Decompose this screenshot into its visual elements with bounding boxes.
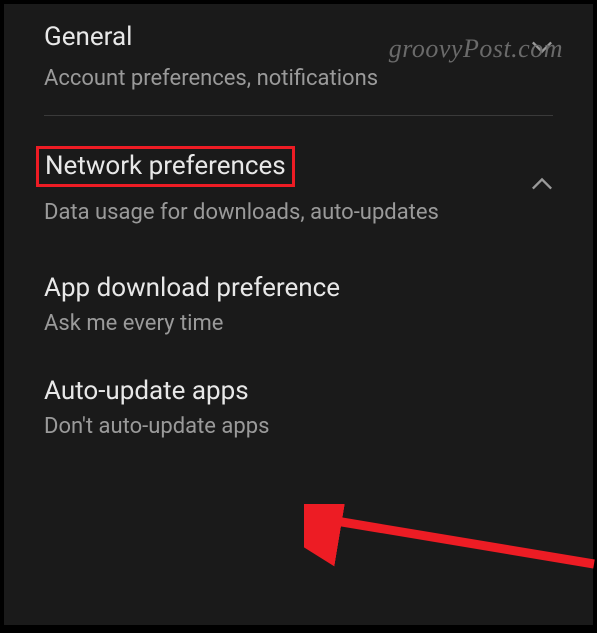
network-title: Network preferences [45, 151, 286, 182]
download-title: App download preference [44, 273, 553, 303]
network-subtitle: Data usage for downloads, auto-updates [44, 197, 553, 229]
settings-screen: groovyPost.com General Account preferenc… [4, 4, 593, 625]
arrow-annotation-icon [304, 504, 597, 594]
highlight-annotation: Network preferences [36, 146, 295, 187]
autoupdate-title: Auto-update apps [44, 376, 553, 406]
autoupdate-subtitle: Don't auto-update apps [44, 414, 553, 439]
general-subtitle: Account preferences, notifications [44, 63, 553, 95]
download-subtitle: Ask me every time [44, 311, 553, 336]
chevron-up-icon[interactable] [531, 176, 553, 195]
item-auto-update-apps[interactable]: Auto-update apps Don't auto-update apps [4, 354, 593, 457]
watermark-text: groovyPost.com [389, 34, 563, 64]
item-app-download-preference[interactable]: App download preference Ask me every tim… [4, 255, 593, 354]
section-network[interactable]: Network preferences Data usage for downl… [4, 116, 593, 255]
